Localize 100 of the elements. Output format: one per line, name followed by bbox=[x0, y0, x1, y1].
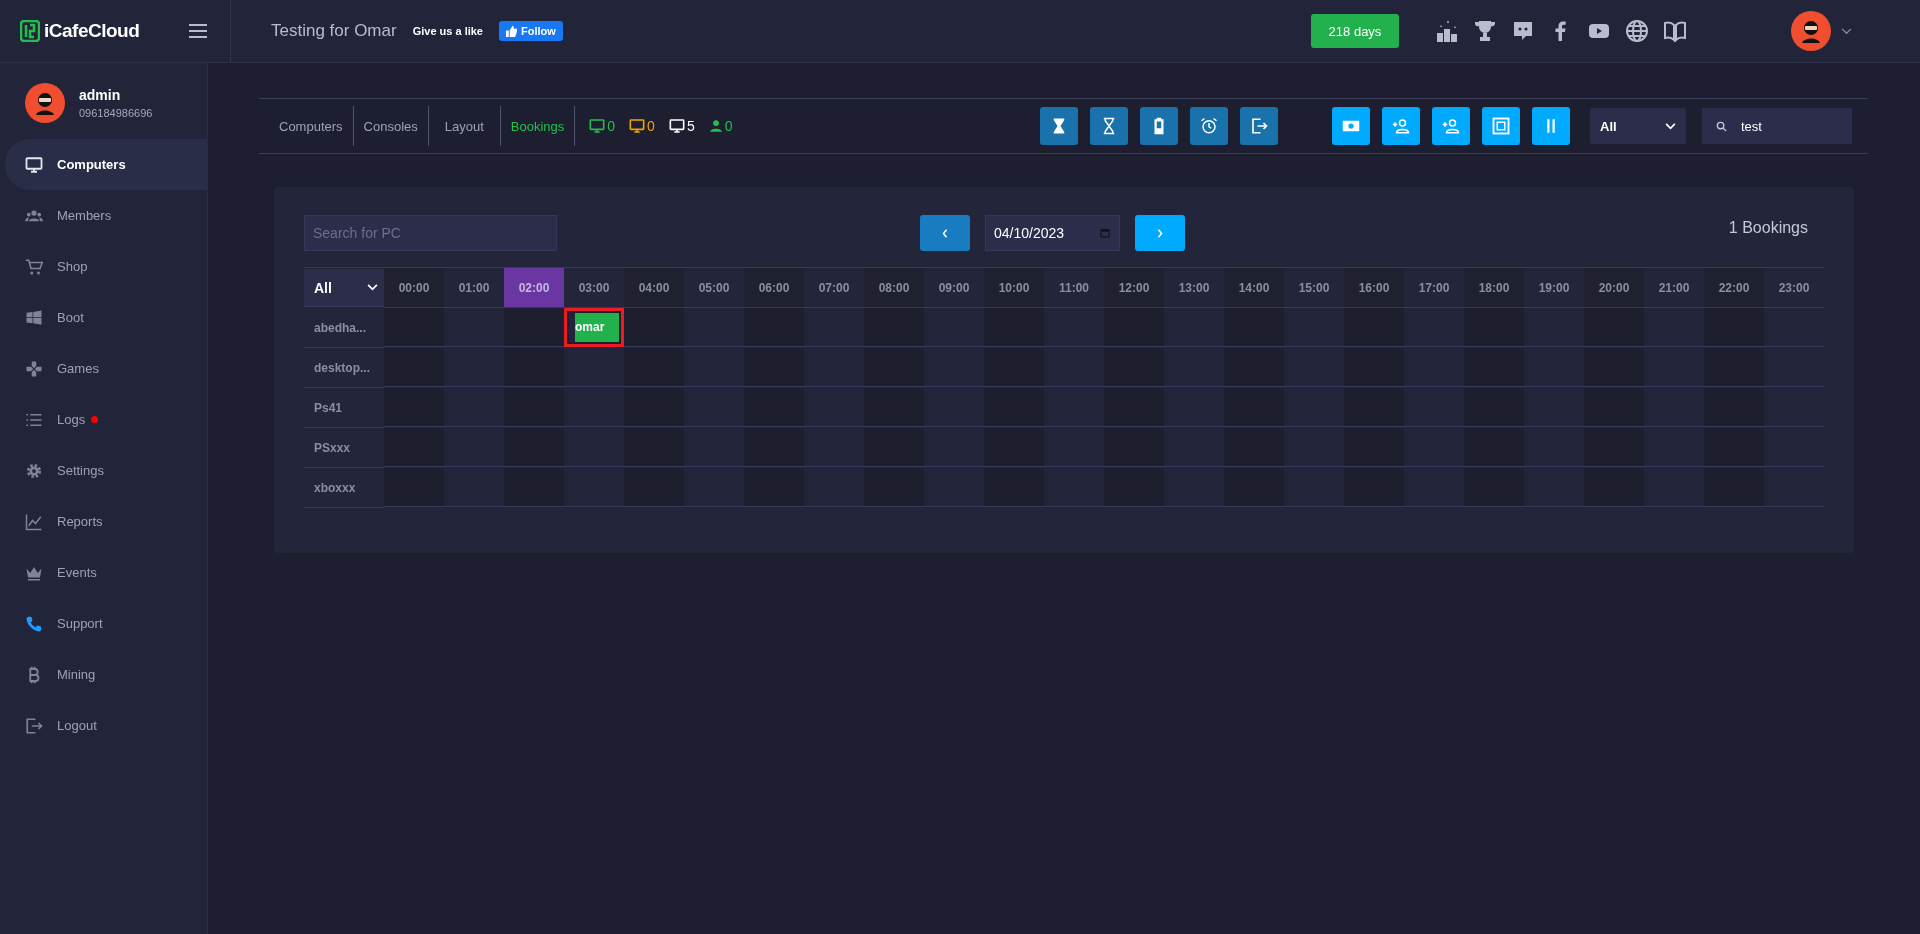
search-icon bbox=[1716, 120, 1727, 132]
grid-cell bbox=[864, 428, 924, 467]
grid-cell bbox=[384, 388, 444, 427]
like-text: Give us a like bbox=[412, 25, 483, 37]
hour-header: 18:00 bbox=[1464, 268, 1524, 308]
grid-cell bbox=[984, 348, 1044, 387]
grid-cell bbox=[1704, 388, 1764, 427]
sidebar-item[interactable]: Logs bbox=[5, 394, 207, 445]
logo-text: iCafeCloud bbox=[44, 20, 140, 42]
grid-cell bbox=[1584, 468, 1644, 507]
hour-header: 06:00 bbox=[744, 268, 804, 308]
grid-cell bbox=[384, 428, 444, 467]
chart-icon bbox=[25, 512, 43, 531]
grid-cell bbox=[744, 468, 804, 507]
sidebar-item[interactable]: Shop bbox=[5, 241, 207, 292]
sidebar-item[interactable]: Logout bbox=[5, 700, 207, 751]
hour-header: 14:00 bbox=[1224, 268, 1284, 308]
sidebar-item[interactable]: Mining bbox=[5, 649, 207, 700]
avatar-icon[interactable] bbox=[1791, 11, 1831, 51]
grid-cell bbox=[504, 428, 564, 467]
sidebar-item[interactable]: Events bbox=[5, 547, 207, 598]
grid-cell bbox=[744, 428, 804, 467]
money-icon[interactable] bbox=[1332, 107, 1370, 145]
trophy-icon[interactable] bbox=[1473, 19, 1497, 43]
follow-button[interactable]: Follow bbox=[499, 21, 563, 41]
grid-cell bbox=[504, 348, 564, 387]
grid-cell bbox=[1344, 468, 1404, 507]
grid-cell bbox=[1344, 388, 1404, 427]
cart-icon bbox=[25, 257, 43, 276]
sidebar-item[interactable]: Games bbox=[5, 343, 207, 394]
grid-cell bbox=[1344, 428, 1404, 467]
grid-cell bbox=[744, 388, 804, 427]
tab[interactable]: Layout bbox=[428, 106, 501, 146]
menu-icon[interactable] bbox=[189, 24, 207, 38]
grid-cell bbox=[624, 308, 684, 347]
book-icon[interactable] bbox=[1663, 19, 1687, 43]
battery-icon[interactable] bbox=[1140, 107, 1178, 145]
chevron-right-icon bbox=[1157, 228, 1163, 238]
grid-cell bbox=[984, 468, 1044, 507]
hour-header: 02:00 bbox=[504, 268, 564, 308]
chat-icon[interactable] bbox=[1511, 19, 1535, 43]
status-counter: 0 bbox=[629, 118, 655, 134]
sidebar-item[interactable]: Members bbox=[5, 190, 207, 241]
grid-cell bbox=[1704, 428, 1764, 467]
hourglass-icon[interactable] bbox=[1040, 107, 1078, 145]
chevron-down-icon[interactable] bbox=[1841, 27, 1852, 35]
hourglass-icon[interactable] bbox=[1090, 107, 1128, 145]
grid-cell bbox=[864, 348, 924, 387]
logout-icon bbox=[25, 716, 43, 735]
tab[interactable]: Consoles bbox=[353, 106, 429, 146]
chevron-down-icon bbox=[367, 284, 378, 291]
grid-cell bbox=[1584, 388, 1644, 427]
grid-cell bbox=[1464, 428, 1524, 467]
search-field[interactable]: Search for PC bbox=[304, 215, 557, 251]
sidebar-item[interactable]: Reports bbox=[5, 496, 207, 547]
hour-header: 04:00 bbox=[624, 268, 684, 308]
grid-cell bbox=[1224, 308, 1284, 347]
sidebar-item[interactable]: Support bbox=[5, 598, 207, 649]
grid-cell bbox=[984, 428, 1044, 467]
thumbs-up-icon bbox=[506, 25, 517, 37]
grid-cell bbox=[1464, 388, 1524, 427]
grid-cell bbox=[1104, 468, 1164, 507]
grid-cell bbox=[1224, 428, 1284, 467]
pc-filter-select[interactable]: All bbox=[304, 269, 384, 307]
monitor-icon bbox=[25, 155, 43, 174]
date-field[interactable]: 04/10/2023 bbox=[985, 215, 1120, 251]
sidebar-item[interactable]: Settings bbox=[5, 445, 207, 496]
windows-icon bbox=[25, 308, 43, 327]
grid-cell bbox=[384, 308, 444, 347]
alarm-clock-icon[interactable] bbox=[1190, 107, 1228, 145]
grid-cell bbox=[984, 308, 1044, 347]
hour-header: 08:00 bbox=[864, 268, 924, 308]
grid-cell bbox=[864, 308, 924, 347]
globe-icon[interactable] bbox=[1625, 19, 1649, 43]
add-user-icon[interactable] bbox=[1382, 107, 1420, 145]
grid-cell bbox=[1104, 428, 1164, 467]
sidebar-item[interactable]: Boot bbox=[5, 292, 207, 343]
grid-cell bbox=[1584, 308, 1644, 347]
add-user-icon[interactable] bbox=[1432, 107, 1470, 145]
hour-header: 00:00 bbox=[384, 268, 444, 308]
chevron-left-icon bbox=[942, 228, 948, 238]
grid-cell bbox=[1464, 468, 1524, 507]
grid-cell bbox=[624, 468, 684, 507]
grid-cell bbox=[864, 468, 924, 507]
tab[interactable]: Computers bbox=[269, 106, 354, 146]
page-title: Testing for Omar bbox=[271, 21, 397, 41]
frame-icon[interactable] bbox=[1482, 107, 1520, 145]
ranking-icon[interactable] bbox=[1435, 19, 1459, 43]
grid-cell bbox=[864, 388, 924, 427]
grid-cell bbox=[1344, 348, 1404, 387]
sidebar-item[interactable]: Computers bbox=[5, 139, 207, 190]
grid-cell bbox=[744, 308, 804, 347]
grid-cell bbox=[384, 468, 444, 507]
exit-icon[interactable] bbox=[1240, 107, 1278, 145]
filter-select[interactable]: All bbox=[1590, 108, 1686, 144]
bookings-count: 1 Bookings bbox=[1728, 219, 1808, 237]
grid-cell bbox=[984, 388, 1044, 427]
search-field[interactable]: test bbox=[1702, 108, 1852, 144]
tab[interactable]: Bookings bbox=[500, 106, 576, 146]
hour-header: 10:00 bbox=[984, 268, 1044, 308]
